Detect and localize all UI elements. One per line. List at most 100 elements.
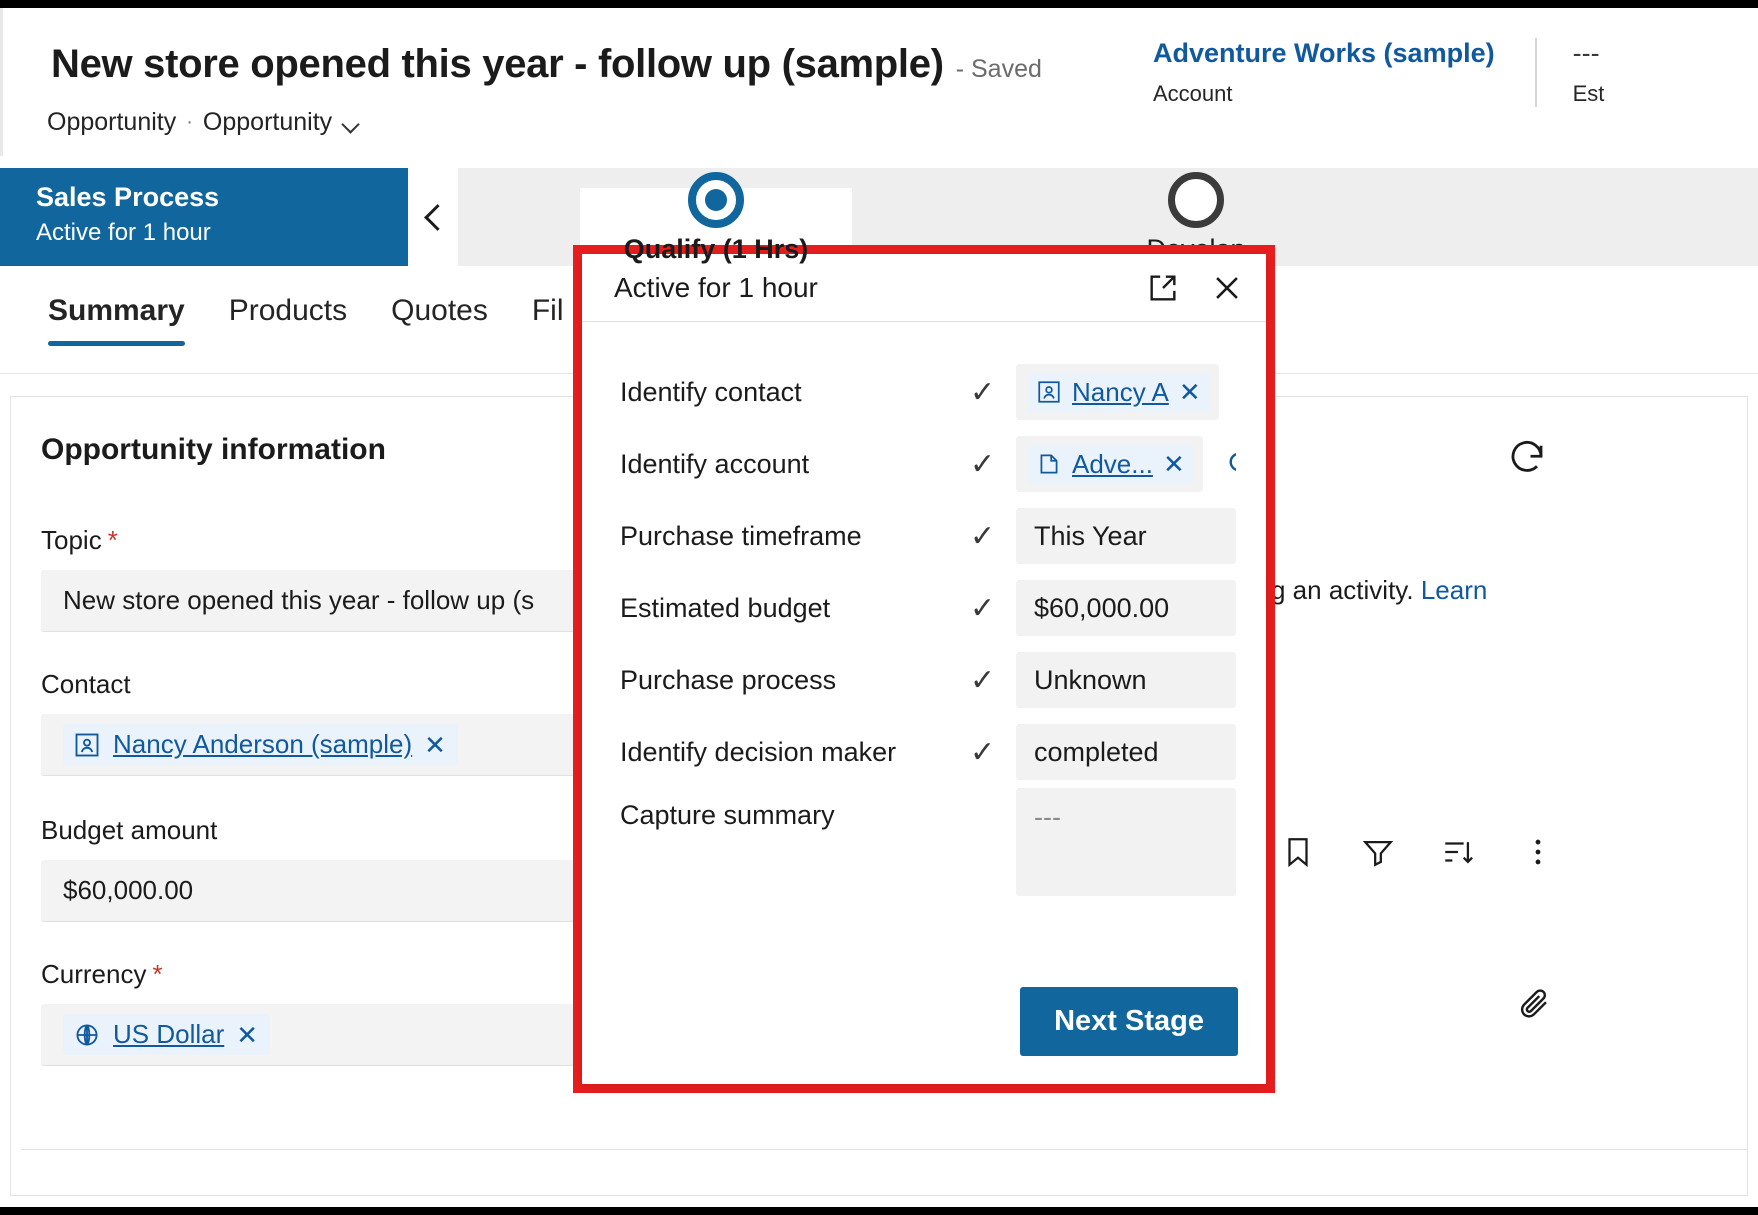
stage-steps-list: Identify contact ✓ Nancy A ✕ Identify ac…	[582, 322, 1266, 906]
currency-globe-icon	[76, 1024, 98, 1045]
step-label: Purchase process	[620, 664, 837, 695]
account-chip-flyout[interactable]: Adve... ✕	[1028, 444, 1193, 484]
purchase-timeframe-input[interactable]: This Year	[1016, 508, 1236, 564]
step-capture-summary: Capture summary ---	[582, 788, 1266, 906]
check-icon: ✓	[970, 735, 996, 769]
check-icon: ✓	[970, 591, 996, 625]
account-value-link[interactable]: Adve...	[1072, 449, 1153, 480]
tab-files[interactable]: Fil	[532, 294, 564, 346]
account-link[interactable]: Adventure Works (sample)	[1153, 38, 1495, 69]
breadcrumb[interactable]: Opportunity · Opportunity	[47, 108, 360, 137]
bookmark-icon[interactable]	[1281, 835, 1315, 869]
next-stage-button[interactable]: Next Stage	[1020, 987, 1238, 1056]
stage-flyout-highlight: Active for 1 hour Identify contact ✓ Nan…	[573, 245, 1275, 1093]
timeline-toolbar	[1281, 835, 1555, 869]
contact-lookup[interactable]: Nancy Anderson (sample) ✕	[41, 714, 581, 776]
contact-label-text: Contact	[41, 669, 131, 699]
budget-label-text: Budget amount	[41, 815, 218, 845]
contact-remove-icon[interactable]: ✕	[1179, 379, 1201, 405]
contact-value-link[interactable]: Nancy A	[1072, 377, 1169, 408]
popout-icon[interactable]	[1146, 271, 1180, 305]
contact-chip[interactable]: Nancy Anderson (sample) ✕	[63, 724, 458, 765]
timeline-empty-text: g an activity. Learn	[1271, 575, 1487, 606]
account-remove-icon[interactable]: ✕	[1163, 451, 1185, 477]
app-root: New store opened this year - follow up (…	[0, 8, 1758, 1207]
decision-maker-input[interactable]: completed	[1016, 724, 1236, 780]
flyout-footer: Next Stage	[1020, 987, 1238, 1056]
title-row: New store opened this year - follow up (…	[51, 42, 1042, 87]
search-icon[interactable]	[1213, 436, 1236, 492]
process-name-block[interactable]: Sales Process Active for 1 hour	[0, 168, 408, 266]
step-label: Identify decision maker	[620, 736, 897, 767]
currency-remove-icon[interactable]: ✕	[236, 1022, 258, 1048]
check-icon: ✓	[970, 663, 996, 697]
tab-quotes[interactable]: Quotes	[391, 294, 488, 346]
step-identify-account: Identify account ✓ Adve... ✕	[582, 428, 1266, 500]
stage-marker-dot	[705, 189, 727, 211]
budget-amount-input[interactable]: $60,000.00	[41, 860, 581, 922]
breadcrumb-form[interactable]: Opportunity	[203, 108, 332, 137]
contact-chip-flyout[interactable]: Nancy A ✕	[1028, 372, 1209, 412]
save-state-text: - Saved	[955, 55, 1042, 83]
header-quick-fields: Adventure Works (sample) Account --- Est	[1153, 38, 1644, 107]
tab-products[interactable]: Products	[229, 294, 347, 346]
process-name: Sales Process	[36, 182, 220, 212]
header-field-account: Adventure Works (sample) Account	[1153, 38, 1535, 107]
stage-marker-active	[688, 172, 744, 228]
field-budget-amount: Budget amount $60,000.00	[41, 815, 581, 922]
field-label-topic: Topic *	[41, 525, 581, 556]
currency-label-text: Currency	[41, 959, 147, 989]
stage-label-qualify: Qualify (1 Hrs)	[623, 234, 809, 264]
refresh-icon[interactable]	[1506, 437, 1548, 479]
required-asterisk-currency: *	[152, 959, 163, 989]
tab-summary[interactable]: Summary	[48, 294, 185, 346]
flyout-header-actions	[1146, 271, 1244, 305]
step-identify-contact: Identify contact ✓ Nancy A ✕	[582, 356, 1266, 428]
estimated-value: ---	[1572, 38, 1600, 68]
step-value-lookup: Nancy A ✕	[1016, 364, 1236, 420]
stage-flyout: Active for 1 hour Identify contact ✓ Nan…	[582, 254, 1266, 1084]
purchase-process-input[interactable]: Unknown	[1016, 652, 1236, 708]
step-label: Estimated budget	[620, 592, 831, 623]
currency-lookup[interactable]: US Dollar ✕	[41, 1004, 581, 1066]
step-label: Identify contact	[620, 376, 802, 407]
record-header: New store opened this year - follow up (…	[0, 8, 1758, 156]
account-lookup-box[interactable]: Adve... ✕	[1016, 436, 1203, 492]
account-field-label: Account	[1153, 81, 1233, 106]
process-status: Active for 1 hour	[36, 219, 211, 246]
field-currency: Currency * US Dollar ✕	[41, 959, 581, 1066]
estimated-budget-input[interactable]: $60,000.00	[1016, 580, 1236, 636]
sort-icon[interactable]	[1441, 835, 1475, 869]
attachment-icon[interactable]	[1516, 985, 1552, 1021]
contact-card-icon	[1038, 381, 1060, 403]
step-label: Purchase timeframe	[620, 520, 862, 551]
contact-lookup-box[interactable]: Nancy A ✕	[1016, 364, 1219, 420]
step-label: Capture summary	[620, 800, 835, 830]
topic-label-text: Topic	[41, 525, 102, 555]
step-purchase-timeframe: Purchase timeframe ✓ This Year	[582, 500, 1266, 572]
chevron-down-icon[interactable]	[342, 116, 360, 134]
account-building-icon	[1040, 454, 1058, 474]
step-estimated-budget: Estimated budget ✓ $60,000.00	[582, 572, 1266, 644]
capture-summary-textarea[interactable]: ---	[1016, 788, 1236, 896]
body-divider	[21, 1149, 1747, 1150]
stage-marker-future	[1168, 172, 1224, 228]
flyout-title: Active for 1 hour	[614, 271, 818, 303]
currency-chip[interactable]: US Dollar ✕	[63, 1014, 271, 1055]
close-icon[interactable]	[1210, 271, 1244, 305]
contact-remove-icon[interactable]: ✕	[424, 732, 446, 758]
check-icon: ✓	[970, 519, 996, 553]
chevron-left-icon	[422, 206, 444, 228]
process-collapse-button[interactable]	[408, 168, 458, 266]
timeline-learn-link[interactable]: Learn	[1421, 575, 1488, 605]
step-identify-decision-maker: Identify decision maker ✓ completed	[582, 716, 1266, 788]
more-options-icon[interactable]	[1521, 835, 1555, 869]
breadcrumb-entity[interactable]: Opportunity	[47, 108, 176, 137]
search-icon[interactable]	[1229, 364, 1236, 420]
check-icon: ✓	[970, 375, 996, 409]
filter-icon[interactable]	[1361, 835, 1395, 869]
topic-input[interactable]: New store opened this year - follow up (…	[41, 570, 581, 632]
currency-name-link[interactable]: US Dollar	[113, 1019, 224, 1050]
breadcrumb-separator: ·	[186, 111, 193, 133]
contact-name-link[interactable]: Nancy Anderson (sample)	[113, 729, 412, 760]
